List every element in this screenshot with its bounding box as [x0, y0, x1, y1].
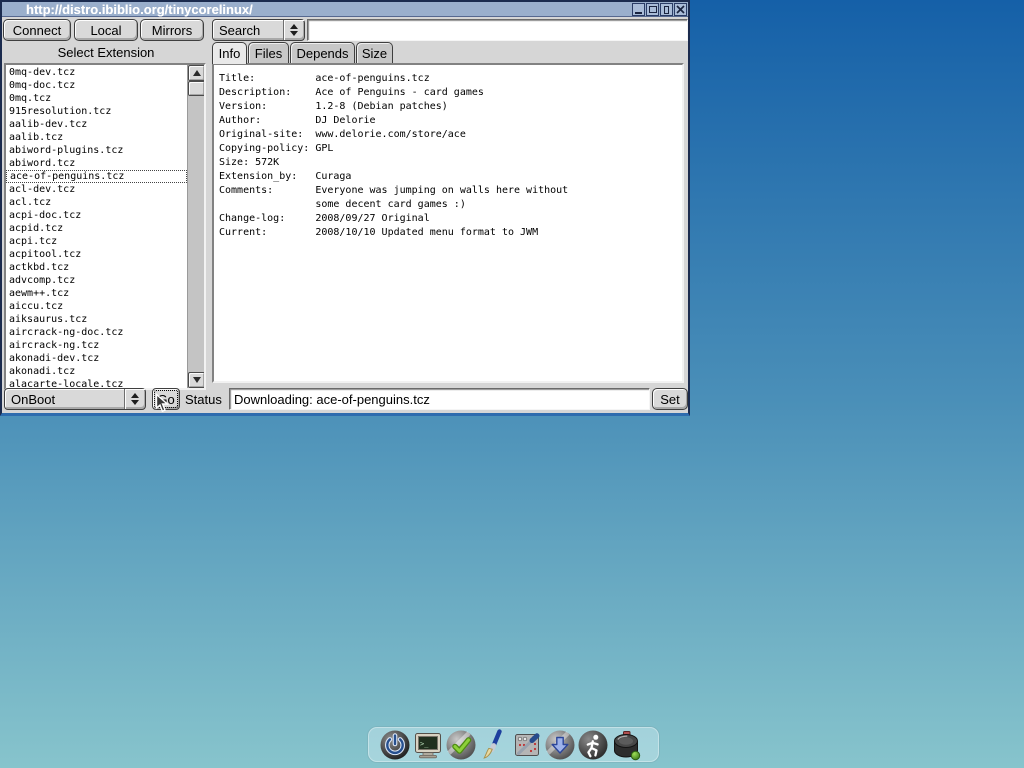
- list-item[interactable]: acpitool.tcz: [6, 248, 187, 261]
- list-item[interactable]: aircrack-ng-doc.tcz: [6, 326, 187, 339]
- apps-download-icon: [544, 729, 576, 761]
- extension-listbox: 0mq-dev.tcz0mq-doc.tcz0mq.tcz915resoluti…: [4, 63, 206, 390]
- control-panel-icon: [511, 729, 543, 761]
- terminal-icon: >_: [412, 729, 444, 761]
- status-field[interactable]: [229, 388, 650, 410]
- window-controls: [632, 3, 687, 16]
- close-icon: [676, 5, 685, 14]
- status-label: Status: [185, 392, 222, 407]
- scroll-up-button[interactable]: [188, 65, 205, 81]
- install-mode-dropdown[interactable]: OnBoot: [4, 388, 146, 410]
- maximize-button[interactable]: [646, 3, 659, 16]
- list-item[interactable]: aalib.tcz: [6, 131, 187, 144]
- dock-apps-check-button[interactable]: [445, 729, 477, 761]
- scroll-down-button[interactable]: [188, 372, 205, 388]
- dock-terminal-button[interactable]: >_: [412, 729, 444, 761]
- maximize-icon: [649, 6, 657, 13]
- dock-control-panel-button[interactable]: [511, 729, 543, 761]
- shade-icon: [664, 6, 669, 14]
- search-mode-value: Search: [213, 20, 283, 40]
- install-mode-value: OnBoot: [5, 389, 124, 409]
- tab-depends[interactable]: Depends: [290, 42, 355, 63]
- scrollbar-thumb[interactable]: [188, 81, 205, 96]
- power-icon: [379, 729, 411, 761]
- up-arrow-icon: [193, 70, 201, 76]
- list-item[interactable]: abiword.tcz: [6, 157, 187, 170]
- search-input[interactable]: [307, 19, 688, 41]
- window-title: http://distro.ibiblio.org/tinycorelinux/: [2, 2, 253, 17]
- list-item[interactable]: 0mq.tcz: [6, 92, 187, 105]
- local-button[interactable]: Local: [74, 19, 138, 41]
- dock: >_: [368, 727, 659, 762]
- list-item[interactable]: 0mq-dev.tcz: [6, 66, 187, 79]
- go-button[interactable]: Go: [152, 388, 180, 410]
- list-item[interactable]: acl-dev.tcz: [6, 183, 187, 196]
- info-panel: Title: ace-of-penguins.tcz Description: …: [212, 63, 684, 383]
- list-item[interactable]: 0mq-doc.tcz: [6, 79, 187, 92]
- list-item[interactable]: aewm++.tcz: [6, 287, 187, 300]
- list-item[interactable]: actkbd.tcz: [6, 261, 187, 274]
- list-item[interactable]: aircrack-ng.tcz: [6, 339, 187, 352]
- apps-check-icon: [445, 729, 477, 761]
- list-header: Select Extension: [2, 45, 210, 60]
- titlebar[interactable]: http://distro.ibiblio.org/tinycorelinux/: [2, 2, 688, 17]
- dock-apps-download-button[interactable]: [544, 729, 576, 761]
- list-item[interactable]: 915resolution.tcz: [6, 105, 187, 118]
- dock-run-button[interactable]: [577, 729, 609, 761]
- shade-button[interactable]: [660, 3, 673, 16]
- set-button[interactable]: Set: [652, 388, 688, 410]
- tab-files[interactable]: Files: [248, 42, 289, 63]
- dropdown-arrows-icon: [124, 389, 145, 409]
- extension-list: 0mq-dev.tcz0mq-doc.tcz0mq.tcz915resoluti…: [6, 66, 187, 388]
- minimize-icon: [635, 12, 642, 14]
- mirrors-button[interactable]: Mirrors: [140, 19, 204, 41]
- paintbrush-icon: [478, 729, 510, 761]
- list-item[interactable]: acpi.tcz: [6, 235, 187, 248]
- list-item[interactable]: abiword-plugins.tcz: [6, 144, 187, 157]
- search-mode-dropdown[interactable]: Search: [212, 19, 305, 41]
- dock-paint-button[interactable]: [478, 729, 510, 761]
- dock-power-button[interactable]: [379, 729, 411, 761]
- dock-mount-tool-button[interactable]: [610, 729, 642, 761]
- tab-size[interactable]: Size: [356, 42, 393, 63]
- mount-tool-icon: [610, 729, 642, 761]
- list-item[interactable]: advcomp.tcz: [6, 274, 187, 287]
- list-item[interactable]: aiccu.tcz: [6, 300, 187, 313]
- minimize-button[interactable]: [632, 3, 645, 16]
- extension-info-text: Title: ace-of-penguins.tcz Description: …: [214, 65, 682, 240]
- dropdown-arrows-icon: [283, 20, 304, 40]
- list-item[interactable]: aiksaurus.tcz: [6, 313, 187, 326]
- down-arrow-icon: [193, 377, 201, 383]
- list-item[interactable]: aalib-dev.tcz: [6, 118, 187, 131]
- connect-button[interactable]: Connect: [3, 19, 71, 41]
- svg-text:>_: >_: [420, 740, 429, 748]
- app-browser-window: http://distro.ibiblio.org/tinycorelinux/…: [0, 0, 690, 416]
- list-item[interactable]: ace-of-penguins.tcz: [6, 170, 187, 183]
- close-button[interactable]: [674, 3, 687, 16]
- list-item[interactable]: acpi-doc.tcz: [6, 209, 187, 222]
- run-icon: [577, 729, 609, 761]
- desktop: { "window": { "title": "http://distro.ib…: [0, 0, 1024, 768]
- list-scrollbar[interactable]: [187, 65, 204, 388]
- list-item[interactable]: acl.tcz: [6, 196, 187, 209]
- list-item[interactable]: acpid.tcz: [6, 222, 187, 235]
- list-item[interactable]: akonadi-dev.tcz: [6, 352, 187, 365]
- tab-info[interactable]: Info: [212, 42, 247, 64]
- list-item[interactable]: akonadi.tcz: [6, 365, 187, 378]
